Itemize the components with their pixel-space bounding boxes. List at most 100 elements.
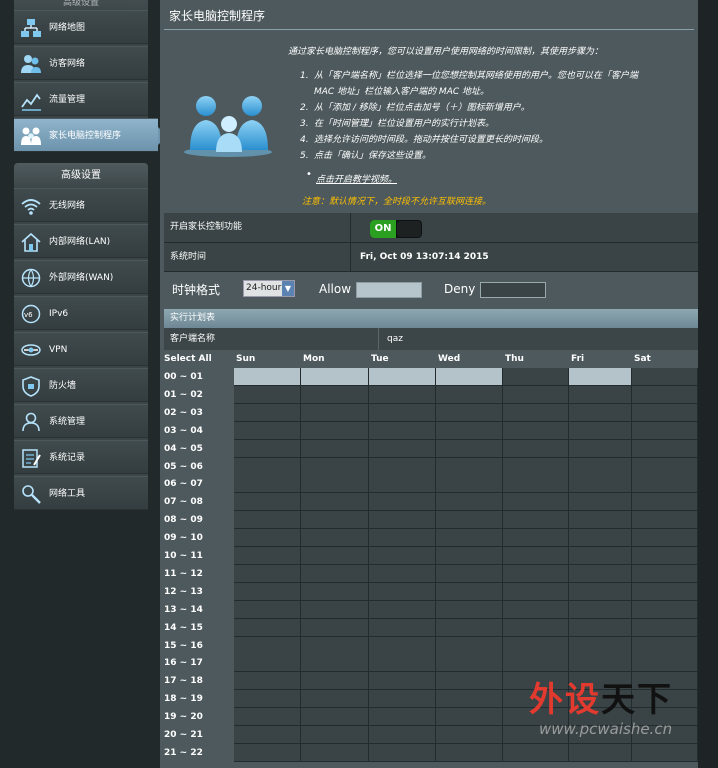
schedule-cell[interactable]	[369, 421, 436, 440]
hour-row-label[interactable]: 08 ~ 09	[164, 511, 234, 529]
schedule-cell[interactable]	[503, 403, 569, 422]
schedule-cell[interactable]	[436, 368, 503, 386]
schedule-cell[interactable]	[632, 654, 698, 673]
schedule-cell[interactable]	[503, 421, 569, 440]
schedule-cell[interactable]	[369, 368, 436, 386]
sidebar-item-wireless[interactable]: 无线网络	[14, 188, 148, 222]
schedule-cell[interactable]	[369, 439, 436, 458]
schedule-cell[interactable]	[301, 529, 369, 548]
schedule-cell[interactable]	[632, 457, 698, 476]
schedule-cell[interactable]	[301, 690, 369, 709]
schedule-cell[interactable]	[234, 385, 301, 404]
hour-row-label[interactable]: 18 ~ 19	[164, 690, 234, 708]
schedule-cell[interactable]	[301, 564, 369, 583]
schedule-cell[interactable]	[632, 529, 698, 548]
sidebar-item-traffic-manager[interactable]: 流量管理	[14, 82, 148, 116]
hour-row-label[interactable]: 21 ~ 22	[164, 744, 234, 762]
schedule-cell[interactable]	[369, 618, 436, 637]
schedule-cell[interactable]	[234, 654, 301, 673]
schedule-cell[interactable]	[234, 547, 301, 565]
schedule-cell[interactable]	[436, 511, 503, 530]
schedule-cell[interactable]	[369, 493, 436, 512]
schedule-cell[interactable]	[503, 493, 569, 512]
hour-row-label[interactable]: 14 ~ 15	[164, 619, 234, 637]
schedule-cell[interactable]	[234, 690, 301, 709]
schedule-cell[interactable]	[301, 600, 369, 619]
schedule-cell[interactable]	[301, 475, 369, 494]
schedule-cell[interactable]	[234, 726, 301, 744]
schedule-cell[interactable]	[369, 475, 436, 494]
hour-row-label[interactable]: 17 ~ 18	[164, 672, 234, 690]
schedule-cell[interactable]	[503, 475, 569, 494]
schedule-cell[interactable]	[234, 368, 301, 386]
schedule-cell[interactable]	[632, 564, 698, 583]
day-header-sun[interactable]: Sun	[236, 350, 255, 368]
hour-row-label[interactable]: 00 ~ 01	[164, 368, 234, 386]
schedule-cell[interactable]	[569, 600, 632, 619]
schedule-cell[interactable]	[234, 403, 301, 422]
schedule-cell[interactable]	[301, 403, 369, 422]
schedule-cell[interactable]	[503, 457, 569, 476]
sidebar-item-system-log[interactable]: 系统记录	[14, 440, 148, 474]
schedule-cell[interactable]	[503, 654, 569, 673]
schedule-cell[interactable]	[369, 403, 436, 422]
schedule-cell[interactable]	[369, 654, 436, 673]
schedule-cell[interactable]	[436, 582, 503, 601]
schedule-cell[interactable]	[632, 600, 698, 619]
schedule-cell[interactable]	[632, 475, 698, 494]
schedule-cell[interactable]	[569, 529, 632, 548]
schedule-cell[interactable]	[301, 618, 369, 637]
schedule-cell[interactable]	[369, 726, 436, 744]
schedule-cell[interactable]	[436, 564, 503, 583]
schedule-cell[interactable]	[436, 547, 503, 565]
schedule-cell[interactable]	[234, 636, 301, 655]
schedule-cell[interactable]	[503, 368, 569, 386]
schedule-cell[interactable]	[503, 511, 569, 530]
schedule-cell[interactable]	[632, 618, 698, 637]
tutorial-video-link[interactable]: 点击开启教学视频。	[316, 172, 397, 185]
schedule-cell[interactable]	[503, 547, 569, 565]
schedule-cell[interactable]	[301, 421, 369, 440]
day-header-wed[interactable]: Wed	[438, 350, 460, 368]
sidebar-item-ipv6-globe[interactable]: v6 IPv6	[14, 296, 148, 330]
hour-row-label[interactable]: 11 ~ 12	[164, 565, 234, 583]
hour-row-label[interactable]: 15 ~ 16	[164, 637, 234, 655]
hour-row-label[interactable]: 04 ~ 05	[164, 440, 234, 458]
day-header-tue[interactable]: Tue	[371, 350, 389, 368]
schedule-cell[interactable]	[569, 654, 632, 673]
hour-row-label[interactable]: 09 ~ 10	[164, 529, 234, 547]
schedule-cell[interactable]	[436, 385, 503, 404]
schedule-cell[interactable]	[569, 403, 632, 422]
schedule-cell[interactable]	[436, 403, 503, 422]
schedule-cell[interactable]	[301, 511, 369, 530]
schedule-cell[interactable]	[369, 529, 436, 548]
sidebar-item-parental-control[interactable]: 家长电脑控制程序	[14, 118, 167, 152]
schedule-cell[interactable]	[436, 618, 503, 637]
schedule-cell[interactable]	[632, 511, 698, 530]
schedule-cell[interactable]	[234, 672, 301, 691]
schedule-cell[interactable]	[632, 368, 698, 386]
schedule-cell[interactable]	[436, 690, 503, 709]
hour-row-label[interactable]: 19 ~ 20	[164, 708, 234, 726]
schedule-cell[interactable]	[301, 654, 369, 673]
schedule-cell[interactable]	[234, 582, 301, 601]
day-header-sat[interactable]: Sat	[634, 350, 651, 368]
schedule-cell[interactable]	[369, 690, 436, 709]
sidebar-item-wan-globe[interactable]: 外部网络(WAN)	[14, 260, 148, 294]
schedule-cell[interactable]	[569, 547, 632, 565]
schedule-cell[interactable]	[503, 529, 569, 548]
schedule-cell[interactable]	[503, 600, 569, 619]
sidebar-item-admin-user[interactable]: 系统管理	[14, 404, 148, 438]
schedule-cell[interactable]	[234, 529, 301, 548]
sidebar-item-lan-house[interactable]: 内部网络(LAN)	[14, 224, 148, 258]
schedule-cell[interactable]	[632, 439, 698, 458]
schedule-cell[interactable]	[234, 564, 301, 583]
schedule-cell[interactable]	[436, 743, 503, 762]
schedule-cell[interactable]	[234, 439, 301, 458]
schedule-cell[interactable]	[436, 457, 503, 476]
hour-row-label[interactable]: 12 ~ 13	[164, 583, 234, 601]
schedule-cell[interactable]	[436, 475, 503, 494]
sidebar-item-guest-network[interactable]: 访客网络	[14, 46, 148, 80]
schedule-cell[interactable]	[632, 421, 698, 440]
schedule-cell[interactable]	[301, 726, 369, 744]
